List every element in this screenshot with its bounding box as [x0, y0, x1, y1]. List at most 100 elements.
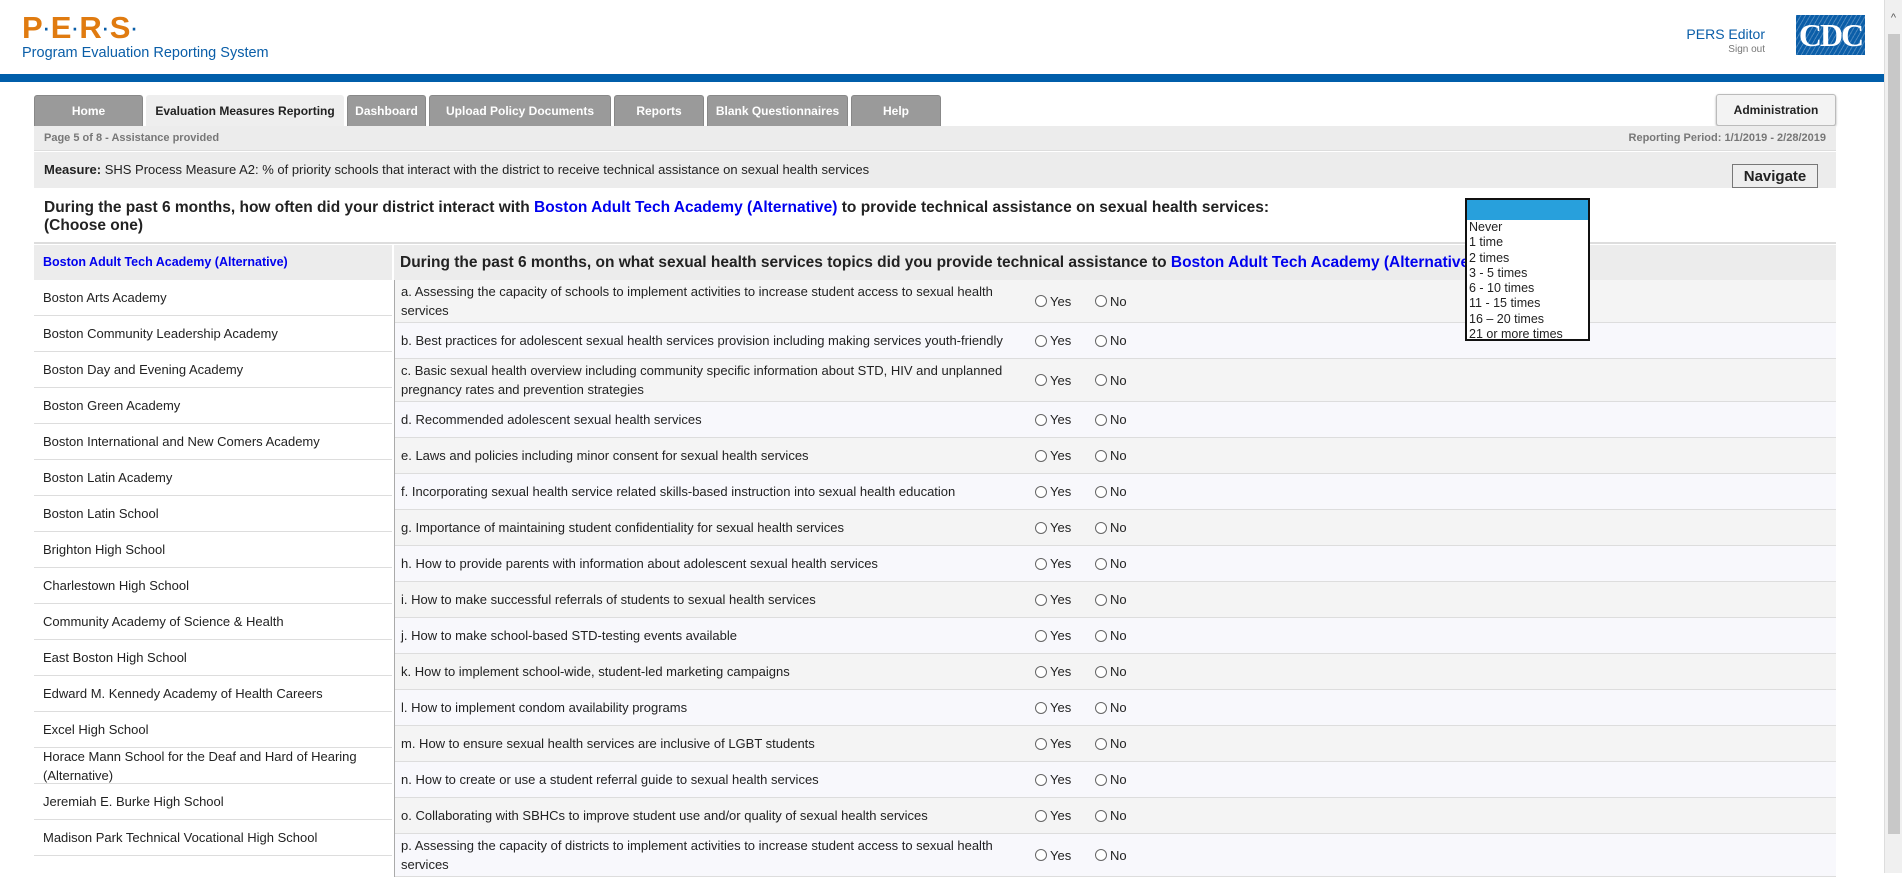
page-scrollbar[interactable]: ^: [1884, 0, 1902, 873]
frequency-select-dropdown[interactable]: Never 1 time 2 times 3 - 5 times 6 - 10 …: [1465, 198, 1590, 341]
no-radio[interactable]: No: [1095, 770, 1127, 789]
yes-radio[interactable]: Yes: [1035, 518, 1089, 537]
yes-radio[interactable]: Yes: [1035, 554, 1089, 573]
scrollbar-thumb[interactable]: [1888, 34, 1900, 834]
tab-home[interactable]: Home: [34, 95, 143, 126]
radio-circle-icon[interactable]: [1035, 295, 1047, 307]
yes-radio[interactable]: Yes: [1035, 770, 1089, 789]
radio-circle-icon[interactable]: [1035, 449, 1047, 462]
radio-circle-icon[interactable]: [1095, 413, 1107, 426]
radio-circle-icon[interactable]: [1035, 809, 1047, 822]
radio-circle-icon[interactable]: [1095, 849, 1107, 861]
school-list-item[interactable]: Charlestown High School: [34, 568, 392, 604]
school-list-item[interactable]: Brighton High School: [34, 532, 392, 568]
no-radio[interactable]: No: [1095, 518, 1127, 537]
radio-circle-icon[interactable]: [1095, 737, 1107, 750]
tab-dashboard[interactable]: Dashboard: [347, 95, 426, 126]
yes-radio[interactable]: Yes: [1035, 806, 1089, 825]
tab-evaluation-measures-reporting[interactable]: Evaluation Measures Reporting: [146, 95, 344, 126]
radio-circle-icon[interactable]: [1095, 665, 1107, 678]
radio-circle-icon[interactable]: [1035, 849, 1047, 861]
radio-circle-icon[interactable]: [1035, 557, 1047, 570]
scroll-up-icon[interactable]: ^: [1885, 12, 1902, 24]
yes-radio[interactable]: Yes: [1035, 482, 1089, 501]
yes-radio[interactable]: Yes: [1035, 846, 1089, 865]
radio-circle-icon[interactable]: [1035, 737, 1047, 750]
radio-circle-icon[interactable]: [1095, 593, 1107, 606]
radio-circle-icon[interactable]: [1095, 701, 1107, 714]
yes-radio[interactable]: Yes: [1035, 410, 1089, 429]
radio-circle-icon[interactable]: [1095, 449, 1107, 462]
radio-circle-icon[interactable]: [1035, 374, 1047, 386]
no-radio[interactable]: No: [1095, 446, 1127, 465]
school-list-item[interactable]: Boston International and New Comers Acad…: [34, 424, 392, 460]
no-radio[interactable]: No: [1095, 698, 1127, 717]
navigate-button[interactable]: Navigate: [1732, 164, 1818, 188]
radio-circle-icon[interactable]: [1035, 629, 1047, 642]
no-radio[interactable]: No: [1095, 482, 1127, 501]
no-radio[interactable]: No: [1095, 662, 1127, 681]
radio-circle-icon[interactable]: [1095, 773, 1107, 786]
no-radio[interactable]: No: [1095, 371, 1127, 390]
no-radio[interactable]: No: [1095, 806, 1127, 825]
dropdown-option[interactable]: 1 time: [1467, 235, 1588, 250]
radio-circle-icon[interactable]: [1035, 773, 1047, 786]
radio-circle-icon[interactable]: [1035, 521, 1047, 534]
tab-reports[interactable]: Reports: [614, 95, 704, 126]
tab-help[interactable]: Help: [851, 95, 941, 126]
radio-circle-icon[interactable]: [1095, 521, 1107, 534]
radio-circle-icon[interactable]: [1035, 665, 1047, 678]
school-list-item[interactable]: Edward M. Kennedy Academy of Health Care…: [34, 676, 392, 712]
administration-button[interactable]: Administration: [1716, 94, 1836, 126]
radio-circle-icon[interactable]: [1035, 701, 1047, 714]
dropdown-option[interactable]: 3 - 5 times: [1467, 266, 1588, 281]
dropdown-option[interactable]: 16 – 20 times: [1467, 312, 1588, 327]
school-list-item[interactable]: Boston Community Leadership Academy: [34, 316, 392, 352]
no-radio[interactable]: No: [1095, 331, 1127, 350]
yes-radio[interactable]: Yes: [1035, 590, 1089, 609]
dropdown-option[interactable]: 21 or more times: [1467, 327, 1588, 342]
radio-circle-icon[interactable]: [1095, 485, 1107, 498]
current-school[interactable]: Boston Adult Tech Academy (Alternative): [34, 245, 392, 280]
school-list-item[interactable]: Boston Arts Academy: [34, 280, 392, 316]
user-name[interactable]: PERS Editor: [1686, 26, 1765, 42]
radio-circle-icon[interactable]: [1035, 413, 1047, 426]
school-list-item[interactable]: East Boston High School: [34, 640, 392, 676]
yes-radio[interactable]: Yes: [1035, 292, 1089, 311]
school-list-item[interactable]: Boston Day and Evening Academy: [34, 352, 392, 388]
school-list-item[interactable]: Jeremiah E. Burke High School: [34, 784, 392, 820]
radio-circle-icon[interactable]: [1095, 334, 1107, 347]
radio-circle-icon[interactable]: [1095, 809, 1107, 822]
no-radio[interactable]: No: [1095, 734, 1127, 753]
yes-radio[interactable]: Yes: [1035, 698, 1089, 717]
yes-radio[interactable]: Yes: [1035, 331, 1089, 350]
dropdown-option[interactable]: Never: [1467, 220, 1588, 235]
radio-circle-icon[interactable]: [1035, 593, 1047, 606]
school-list-item[interactable]: Community Academy of Science & Health: [34, 604, 392, 640]
question-school-link[interactable]: Boston Adult Tech Academy (Alternative): [534, 199, 837, 216]
radio-circle-icon[interactable]: [1095, 557, 1107, 570]
tab-upload-policy-documents[interactable]: Upload Policy Documents: [429, 95, 611, 126]
radio-circle-icon[interactable]: [1035, 485, 1047, 498]
school-list-item[interactable]: Excel High School: [34, 712, 392, 748]
tab-blank-questionnaires[interactable]: Blank Questionnaires: [707, 95, 848, 126]
dropdown-option[interactable]: 2 times: [1467, 251, 1588, 266]
yes-radio[interactable]: Yes: [1035, 662, 1089, 681]
no-radio[interactable]: No: [1095, 846, 1127, 865]
no-radio[interactable]: No: [1095, 626, 1127, 645]
school-list-item[interactable]: Boston Latin School: [34, 496, 392, 532]
radio-circle-icon[interactable]: [1035, 334, 1047, 347]
radio-circle-icon[interactable]: [1095, 374, 1107, 386]
sign-out-link[interactable]: Sign out: [1686, 44, 1765, 55]
radio-circle-icon[interactable]: [1095, 295, 1107, 307]
yes-radio[interactable]: Yes: [1035, 734, 1089, 753]
topics-school-link[interactable]: Boston Adult Tech Academy (Alternative): [1171, 254, 1474, 271]
school-list-item[interactable]: Boston Latin Academy: [34, 460, 392, 496]
school-list-item[interactable]: Madison Park Technical Vocational High S…: [34, 820, 392, 856]
radio-circle-icon[interactable]: [1095, 629, 1107, 642]
yes-radio[interactable]: Yes: [1035, 626, 1089, 645]
school-list-item[interactable]: Boston Green Academy: [34, 388, 392, 424]
no-radio[interactable]: No: [1095, 590, 1127, 609]
dropdown-option[interactable]: 11 - 15 times: [1467, 296, 1588, 311]
school-list-item[interactable]: Horace Mann School for the Deaf and Hard…: [34, 748, 392, 784]
